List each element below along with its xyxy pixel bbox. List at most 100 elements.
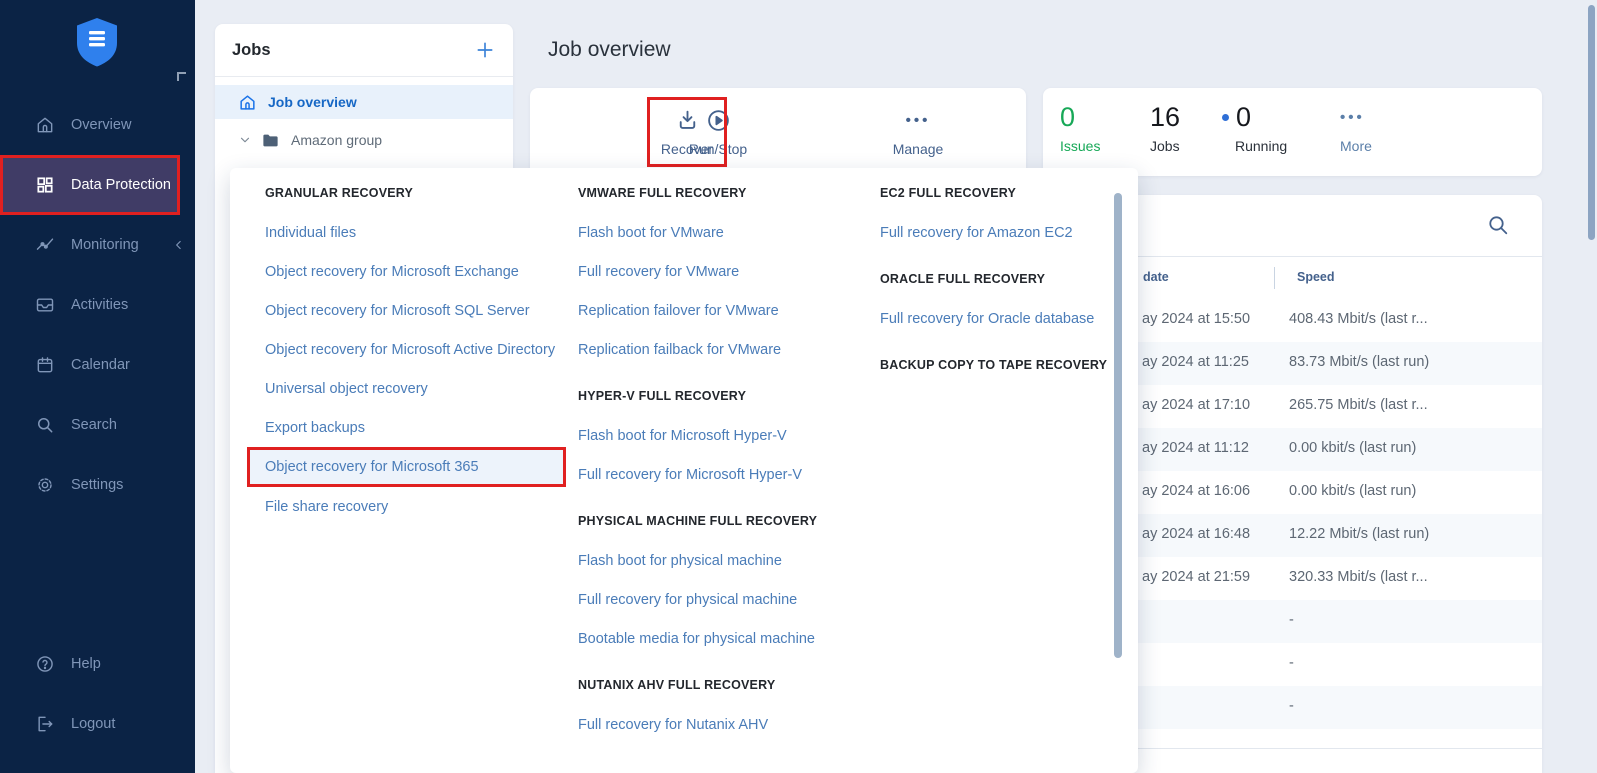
menu-item-bootable-media-physical[interactable]: Bootable media for physical machine [578, 619, 878, 658]
home-icon [34, 115, 56, 135]
manage-button[interactable]: ••• Manage [878, 97, 958, 167]
cell-date: ay 2024 at 16:06 [1142, 483, 1250, 499]
search-icon[interactable] [1486, 213, 1510, 237]
inbox-icon [34, 295, 56, 315]
sidebar-item-label: Calendar [71, 357, 130, 373]
monitoring-icon [34, 235, 56, 255]
recover-label: Recover [661, 141, 713, 157]
cell-date: ay 2024 at 21:59 [1142, 569, 1250, 585]
chevron-left-icon[interactable] [172, 238, 186, 252]
menu-item-flash-boot-hyperv[interactable]: Flash boot for Microsoft Hyper-V [578, 416, 878, 455]
sidebar-item-label: Monitoring [71, 237, 139, 253]
jobs-panel-header: Jobs [215, 24, 513, 77]
page-scrollbar-thumb[interactable] [1588, 5, 1595, 240]
sidebar-item-label: Overview [71, 117, 131, 133]
sidebar-item-label: Activities [71, 297, 128, 313]
jobs-tree-item-amazon-group[interactable]: Amazon group [215, 123, 513, 157]
menu-scrollbar-thumb[interactable] [1114, 193, 1122, 658]
issues-label: Issues [1060, 138, 1100, 154]
cell-speed: 265.75 Mbit/s (last r... [1289, 397, 1428, 413]
stat-issues[interactable]: 0 Issues [1060, 101, 1100, 154]
sidebar-collapse-corner-icon[interactable] [177, 72, 186, 81]
menu-item-file-share-recovery[interactable]: File share recovery [265, 487, 595, 526]
cell-speed: 408.43 Mbit/s (last r... [1289, 311, 1428, 327]
cell-date: ay 2024 at 11:25 [1142, 354, 1249, 370]
issues-value: 0 [1060, 101, 1100, 134]
cell-speed: - [1289, 612, 1294, 628]
sidebar-item-data-protection[interactable]: Data Protection [0, 155, 180, 215]
chevron-down-icon[interactable] [238, 133, 252, 147]
menu-item-flash-boot-vmware[interactable]: Flash boot for VMware [578, 213, 878, 252]
menu-section-title: PHYSICAL MACHINE FULL RECOVERY [578, 501, 878, 541]
stat-jobs[interactable]: 16 Jobs [1150, 101, 1180, 154]
menu-item-universal-object-recovery[interactable]: Universal object recovery [265, 369, 595, 408]
menu-item-full-recovery-vmware[interactable]: Full recovery for VMware [578, 252, 878, 291]
menu-item-full-recovery-hyperv[interactable]: Full recovery for Microsoft Hyper-V [578, 455, 878, 494]
sidebar: Overview Data Protection Monitoring [0, 0, 195, 773]
stat-more-button[interactable]: ••• More [1340, 101, 1372, 154]
toolbar-card: Run/Stop Recover ••• Manage [530, 88, 1026, 176]
menu-section-title: EC2 FULL RECOVERY [880, 173, 1130, 213]
sidebar-item-calendar[interactable]: Calendar [0, 335, 195, 395]
menu-section-title: VMWARE FULL RECOVERY [578, 173, 878, 213]
jobs-value: 16 [1150, 101, 1180, 134]
sidebar-item-settings[interactable]: Settings [0, 455, 195, 515]
menu-section-title: GRANULAR RECOVERY [265, 173, 595, 213]
menu-section-title: ORACLE FULL RECOVERY [880, 259, 1130, 299]
sidebar-item-monitoring[interactable]: Monitoring [0, 215, 195, 275]
logout-icon [34, 714, 56, 734]
menu-item-individual-files[interactable]: Individual files [265, 213, 595, 252]
cell-speed: - [1289, 655, 1294, 671]
column-header-speed[interactable]: Speed [1297, 270, 1335, 284]
menu-item-full-recovery-oracle[interactable]: Full recovery for Oracle database [880, 299, 1130, 338]
running-label: Running [1222, 138, 1287, 154]
sidebar-item-activities[interactable]: Activities [0, 275, 195, 335]
ellipsis-icon: ••• [906, 108, 931, 134]
recover-button[interactable]: Recover [647, 97, 727, 167]
menu-item-replication-failover-vmware[interactable]: Replication failover for VMware [578, 291, 878, 330]
jobs-tree-item-label: Amazon group [291, 132, 382, 148]
cell-date: ay 2024 at 11:12 [1142, 440, 1249, 456]
menu-item-full-recovery-physical[interactable]: Full recovery for physical machine [578, 580, 878, 619]
folder-icon [261, 131, 280, 150]
sidebar-item-search[interactable]: Search [0, 395, 195, 455]
menu-item-object-recovery-exchange[interactable]: Object recovery for Microsoft Exchange [265, 252, 595, 291]
menu-item-object-recovery-sql[interactable]: Object recovery for Microsoft SQL Server [265, 291, 595, 330]
sidebar-item-overview[interactable]: Overview [0, 95, 195, 155]
cell-speed: - [1289, 698, 1294, 714]
menu-item-full-recovery-ec2[interactable]: Full recovery for Amazon EC2 [880, 213, 1130, 252]
menu-item-flash-boot-physical[interactable]: Flash boot for physical machine [578, 541, 878, 580]
cell-speed: 0.00 kbit/s (last run) [1289, 440, 1416, 456]
add-job-button[interactable] [475, 40, 495, 60]
sidebar-item-label: Settings [71, 477, 123, 493]
sidebar-item-logout[interactable]: Logout [0, 694, 195, 754]
column-header-date[interactable]: date [1143, 270, 1169, 284]
recover-menu-column-2: VMWARE FULL RECOVERY Flash boot for VMwa… [578, 168, 878, 751]
running-value: 0 [1236, 101, 1251, 134]
jobs-panel-title: Jobs [232, 41, 271, 60]
calendar-icon [34, 355, 56, 375]
home-icon [238, 93, 257, 112]
menu-item-object-recovery-ad[interactable]: Object recovery for Microsoft Active Dir… [265, 330, 595, 369]
sidebar-item-label: Search [71, 417, 117, 433]
cell-speed: 12.22 Mbit/s (last run) [1289, 526, 1429, 542]
menu-item-object-recovery-m365[interactable]: Object recovery for Microsoft 365 [247, 447, 566, 487]
help-icon [34, 654, 56, 674]
menu-item-replication-failback-vmware[interactable]: Replication failback for VMware [578, 330, 878, 369]
column-divider [1274, 267, 1275, 289]
cell-speed: 83.73 Mbit/s (last run) [1289, 354, 1429, 370]
menu-item-full-recovery-nutanix[interactable]: Full recovery for Nutanix AHV [578, 705, 878, 744]
app-logo-shield-icon [73, 16, 121, 68]
cell-speed: 320.33 Mbit/s (last r... [1289, 569, 1428, 585]
running-dot-icon [1222, 114, 1229, 121]
page-title: Job overview [548, 38, 671, 62]
menu-section-title: BACKUP COPY TO TAPE RECOVERY [880, 345, 1130, 385]
sidebar-item-label: Help [71, 656, 101, 672]
sidebar-item-help[interactable]: Help [0, 634, 195, 694]
menu-item-export-backups[interactable]: Export backups [265, 408, 595, 447]
cell-speed: 0.00 kbit/s (last run) [1289, 483, 1416, 499]
stat-running[interactable]: 0 Running [1222, 101, 1287, 154]
ellipsis-icon: ••• [1340, 101, 1372, 134]
sidebar-nav: Overview Data Protection Monitoring [0, 95, 195, 515]
jobs-tree-item-job-overview[interactable]: Job overview [215, 85, 513, 119]
